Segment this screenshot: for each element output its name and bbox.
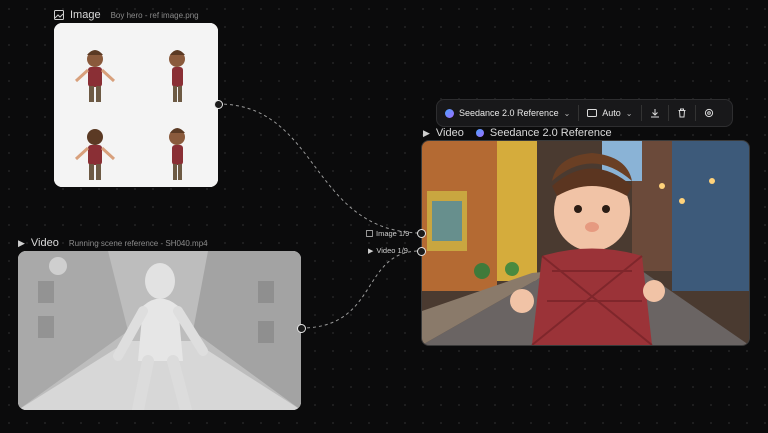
settings-icon bbox=[704, 108, 713, 118]
seedance-logo-icon bbox=[445, 108, 454, 118]
output-node-header: ▶ Video Seedance 2.0 Reference bbox=[423, 127, 612, 139]
image-node-filename: Boy hero - ref image.png bbox=[110, 10, 199, 20]
output-video-preview[interactable] bbox=[421, 140, 750, 346]
video-input-port[interactable] bbox=[417, 247, 426, 256]
connector-image-to-output bbox=[217, 103, 422, 234]
chevron-down-icon: ⌄ bbox=[563, 108, 571, 118]
video-node-output-port[interactable] bbox=[297, 324, 306, 333]
video-node-filename: Running scene reference - SH040.mp4 bbox=[68, 238, 208, 248]
image-icon bbox=[366, 230, 373, 237]
character-turnaround-image bbox=[54, 23, 218, 187]
image-node-header: Image Boy hero - ref image.png bbox=[54, 9, 199, 21]
video-input-label: Video 1/9 bbox=[376, 246, 408, 255]
video-input-tag: ▶ Video 1/9 bbox=[368, 246, 408, 255]
download-button[interactable] bbox=[642, 100, 668, 126]
settings-button[interactable] bbox=[696, 100, 722, 126]
download-icon bbox=[650, 109, 659, 118]
image-icon bbox=[54, 10, 64, 20]
image-input-tag: Image 1/9 bbox=[366, 229, 409, 238]
aspect-ratio-icon bbox=[587, 109, 598, 117]
animated-boy-running-street-image bbox=[422, 141, 749, 345]
chevron-down-icon: ⌄ bbox=[625, 108, 633, 118]
model-selector[interactable]: Seedance 2.0 Reference ⌄ bbox=[437, 100, 578, 126]
play-icon: ▶ bbox=[368, 247, 374, 255]
seedance-logo-icon bbox=[475, 129, 484, 137]
aspect-selector-label: Auto bbox=[602, 108, 621, 118]
image-input-port[interactable] bbox=[417, 229, 426, 238]
image-node-preview[interactable] bbox=[54, 23, 218, 187]
delete-button[interactable] bbox=[669, 100, 695, 126]
trash-icon bbox=[678, 108, 685, 118]
connector-video-to-output bbox=[300, 250, 422, 329]
output-node-model: Seedance 2.0 Reference bbox=[489, 127, 612, 139]
model-selector-label: Seedance 2.0 Reference bbox=[459, 108, 559, 118]
image-node-output-port[interactable] bbox=[214, 100, 223, 109]
grey-running-scene-image bbox=[18, 251, 301, 410]
video-node-title: Video bbox=[30, 237, 59, 249]
image-input-label: Image 1/9 bbox=[376, 229, 410, 238]
video-node-header: ▶ Video Running scene reference - SH040.… bbox=[18, 237, 208, 249]
play-icon: ▶ bbox=[423, 127, 430, 138]
video-node-preview[interactable] bbox=[18, 251, 301, 410]
aspect-selector[interactable]: Auto ⌄ bbox=[579, 100, 640, 126]
model-toolbar: Seedance 2.0 Reference ⌄ Auto ⌄ bbox=[436, 99, 733, 127]
play-icon: ▶ bbox=[18, 237, 25, 248]
output-node-title: Video bbox=[435, 127, 464, 139]
image-node-title: Image bbox=[70, 9, 101, 21]
